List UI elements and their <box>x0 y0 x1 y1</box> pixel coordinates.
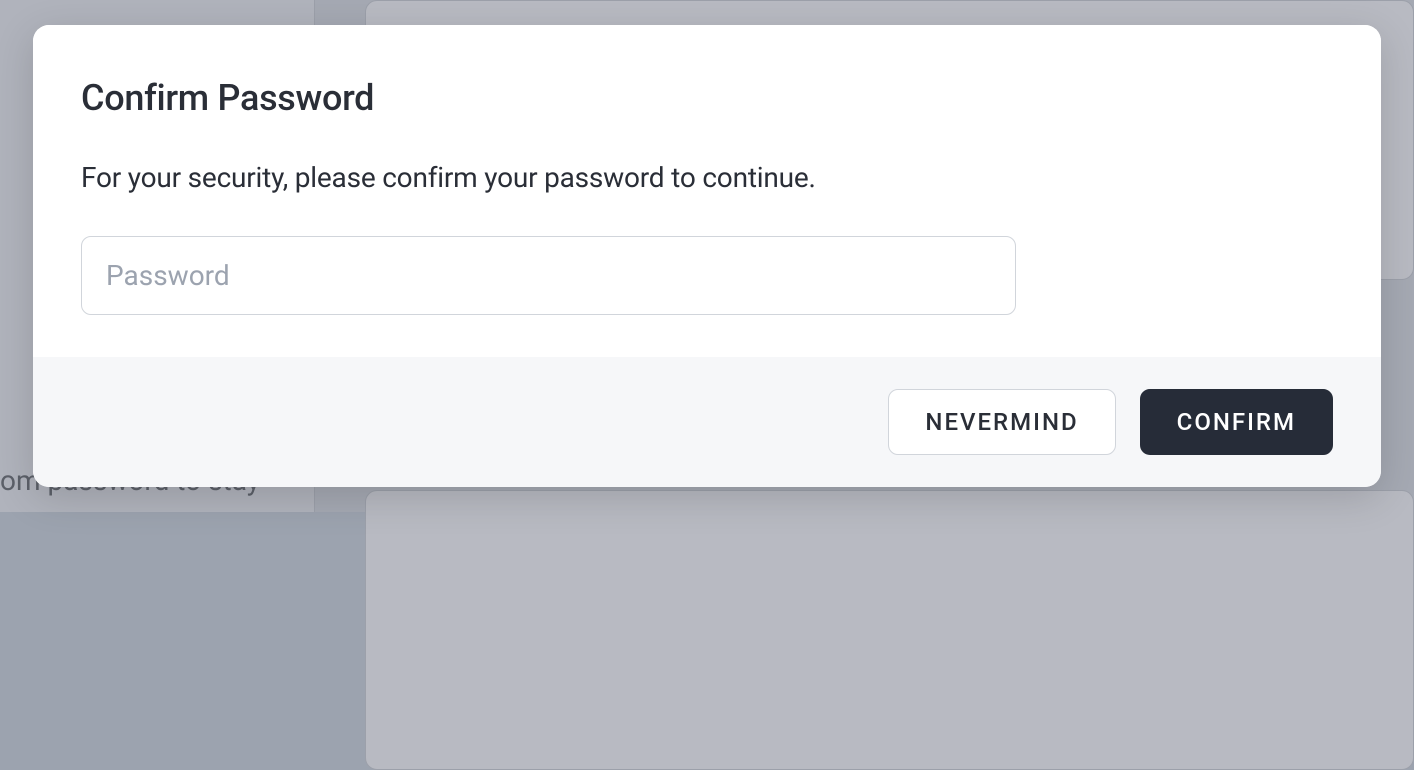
modal-subtitle: For your security, please confirm your p… <box>81 161 1333 194</box>
background-card-bottom <box>365 490 1414 770</box>
modal-title: Confirm Password <box>81 77 1333 119</box>
modal-footer: NEVERMIND CONFIRM <box>33 357 1381 487</box>
confirm-password-modal: Confirm Password For your security, plea… <box>33 25 1381 487</box>
confirm-button[interactable]: CONFIRM <box>1140 389 1333 455</box>
nevermind-button[interactable]: NEVERMIND <box>888 389 1115 455</box>
password-input[interactable] <box>81 236 1016 315</box>
modal-body: Confirm Password For your security, plea… <box>33 25 1381 357</box>
